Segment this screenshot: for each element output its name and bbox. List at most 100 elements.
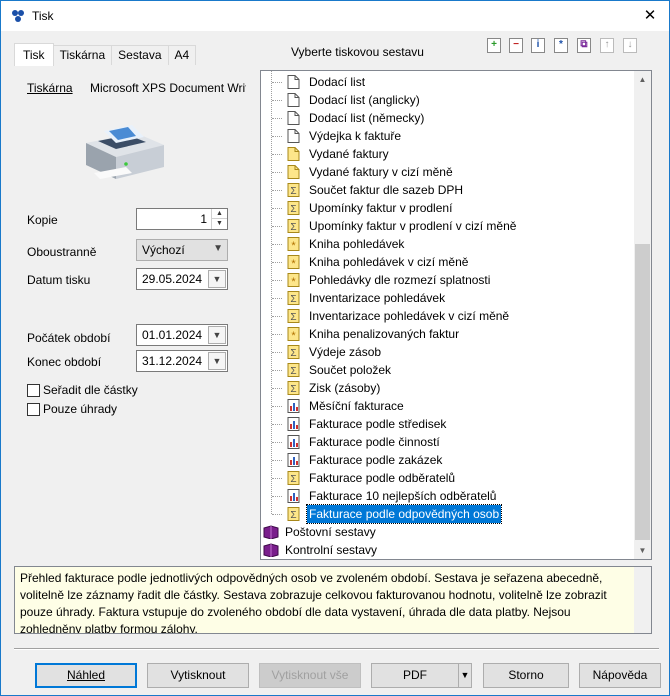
tree-item-label: Fakturace 10 nejlepších odběratelů [309,489,497,503]
period-start-label: Počátek období [27,331,111,345]
svg-text:Σ: Σ [290,366,296,377]
tree-item-label: Výdejka k faktuře [309,129,402,143]
tree-item-label: Součet položek [309,363,392,377]
yellow-document-icon [287,147,300,161]
tree-item-label: Kniha penalizovaných faktur [309,327,460,341]
print-button[interactable]: Vytisknout [147,663,249,688]
svg-text:Σ: Σ [290,384,296,395]
tree-item-label: Inventarizace pohledávek [309,291,446,305]
cancel-button[interactable]: Storno [483,663,569,688]
remove-icon[interactable]: − [509,38,523,53]
sum-icon: Σ [287,381,300,395]
duplex-value: Výchozí [142,243,185,257]
checkbox-box [27,402,40,416]
printer-link[interactable]: Tiskárna [27,81,73,95]
spin-up-icon[interactable]: ▲ [212,209,227,219]
sort-by-amount-label: Seřadit dle částky [43,383,138,397]
spin-down-icon[interactable]: ▼ [212,219,227,229]
close-button[interactable]: ✕ [637,5,663,27]
tree-item-label: Dodací list [309,75,366,89]
tree-connector-line [272,172,282,173]
svg-text:Σ: Σ [290,222,296,233]
copies-value: 1 [200,212,207,226]
report-description: Přehled fakturace podle jednotlivých odp… [14,566,652,634]
tab-printer[interactable]: Tiskárna [52,45,113,65]
title-bar: Tisk ✕ [1,1,669,31]
svg-text:Σ: Σ [290,294,296,305]
separator [14,648,659,650]
move-up-icon[interactable]: ↑ [600,38,614,53]
tab-report[interactable]: Sestava [111,45,169,65]
preview-button[interactable]: Náhled [35,663,137,688]
tree-item-label: Upomínky faktur v prodlení v cizí měně [309,219,517,233]
copy-icon[interactable]: ⧉ [577,38,591,53]
sum-icon: Σ [287,471,300,485]
tree-item-label: Kniha pohledávek v cizí měně [309,255,469,269]
tree-connector-line [272,424,282,425]
tree-connector-line [272,316,282,317]
help-button[interactable]: Nápověda [579,663,661,688]
scroll-thumb[interactable] [635,244,650,540]
sum-icon: Σ [287,201,300,215]
scroll-down-icon[interactable]: ▼ [634,542,651,559]
tree-item-label: Dodací list (anglicky) [309,93,420,107]
calendar-dropdown-icon[interactable]: ▼ [208,270,226,288]
star-document-icon: * [287,273,300,287]
tree-connector-line [272,298,282,299]
tree-connector-line [272,190,282,191]
svg-text:Σ: Σ [290,186,296,197]
duplex-select[interactable]: Výchozí ▼ [136,239,228,261]
info-icon[interactable]: i [531,38,545,53]
print-date-value: 29.05.2024 [142,272,203,286]
duplex-label: Oboustranně [27,245,97,259]
report-panel-title: Vyberte tiskovou sestavu [291,45,424,59]
tab-paper[interactable]: A4 [167,45,197,65]
tree-connector-line [272,244,282,245]
star-icon[interactable]: * [554,38,568,53]
tab-print[interactable]: Tisk [14,43,54,66]
period-start-field[interactable]: 01.01.2024 ▼ [136,324,228,346]
pdf-button[interactable]: PDF [371,663,459,688]
tree-connector-line [272,478,282,479]
sum-icon: Σ [287,507,300,521]
scroll-up-icon[interactable]: ▲ [634,71,651,88]
tree-item-label: Výdeje zásob [309,345,382,359]
tree-item-label: Fakturace podle odběratelů [309,471,456,485]
book-icon [263,543,279,557]
book-icon [263,525,279,539]
move-down-icon[interactable]: ↓ [623,38,637,53]
payments-only-checkbox[interactable]: Pouze úhrady [27,402,117,416]
calendar-dropdown-icon[interactable]: ▼ [208,326,226,344]
report-tree[interactable]: Dodací list Dodací list (anglicky) Dodací … [260,70,652,560]
tree-item-label: Pohledávky dle rozmezí splatnosti [309,273,491,287]
star-document-icon: * [287,237,300,251]
copies-stepper[interactable]: 1 ▲ ▼ [136,208,228,230]
tree-connector-line [272,82,282,83]
print-date-field[interactable]: 29.05.2024 ▼ [136,268,228,290]
tree-item-label: Fakturace podle odpovědných osob [305,504,503,524]
star-document-icon: * [287,327,300,341]
pdf-dropdown-icon[interactable]: ▼ [458,663,472,688]
print-tab-panel: Tiskárna Microsoft XPS Document Writer K… [14,65,246,561]
period-end-field[interactable]: 31.12.2024 ▼ [136,350,228,372]
svg-text:Σ: Σ [290,312,296,323]
tree-item-label: Dodací list (německy) [309,111,425,125]
description-scrollbar[interactable] [634,567,651,633]
svg-text:Σ: Σ [290,474,296,485]
add-icon[interactable]: + [487,38,501,53]
tree-scrollbar[interactable]: ▲ ▼ [634,71,651,559]
copies-label: Kopie [27,213,58,227]
tree-item-label: Součet faktur dle sazeb DPH [309,183,464,197]
period-start-value: 01.01.2024 [142,328,203,342]
tree-item-label: Fakturace podle středisek [309,417,447,431]
tree-connector-line [272,136,282,137]
period-end-label: Konec období [27,355,102,369]
payments-only-label: Pouze úhrady [43,402,118,416]
tree-connector-line [272,352,282,353]
tree-connector-line [272,280,282,281]
tree-connector-line [272,208,282,209]
calendar-dropdown-icon[interactable]: ▼ [208,352,226,370]
print-all-button: Vytisknout vše [259,663,361,688]
sort-by-amount-checkbox[interactable]: Seřadit dle částky [27,383,138,397]
document-icon [287,75,300,89]
